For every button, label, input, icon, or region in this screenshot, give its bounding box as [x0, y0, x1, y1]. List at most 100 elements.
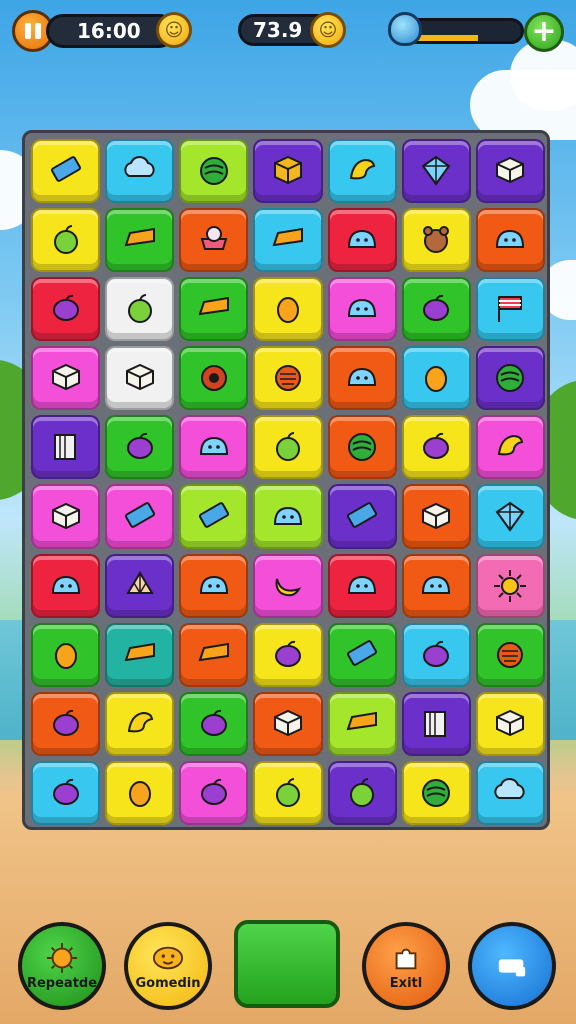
tile-green[interactable]: [179, 691, 249, 756]
tile-green[interactable]: [31, 622, 101, 687]
tile-yellow[interactable]: [401, 415, 471, 480]
tile-lime[interactable]: [327, 691, 397, 756]
cake-icon: [200, 226, 228, 251]
tile-green[interactable]: [475, 622, 545, 687]
plum-icon: [52, 709, 79, 736]
tile-orange[interactable]: [179, 553, 249, 618]
tile-green[interactable]: [327, 622, 397, 687]
tile-purple[interactable]: [401, 139, 471, 204]
tile-magenta[interactable]: [475, 415, 545, 480]
tile-yellow[interactable]: [31, 208, 101, 273]
tile-yellow[interactable]: [105, 760, 175, 825]
tile-purple[interactable]: [327, 760, 397, 825]
tile-orange[interactable]: [327, 415, 397, 480]
tile-red[interactable]: [31, 277, 101, 342]
tile-purple[interactable]: [475, 139, 545, 204]
tile-cyan[interactable]: [475, 277, 545, 342]
tile-yellow[interactable]: [253, 346, 323, 411]
tile-purple[interactable]: [475, 346, 545, 411]
chip-icon: [198, 501, 229, 528]
tile-white[interactable]: [105, 346, 175, 411]
tile-cyan[interactable]: [327, 139, 397, 204]
tile-green[interactable]: [179, 346, 249, 411]
puzzle-icon: [395, 948, 417, 969]
tile-yellow[interactable]: [475, 691, 545, 756]
tile-yellow[interactable]: [31, 139, 101, 204]
tile-yellow[interactable]: [253, 760, 323, 825]
game-screen: 16:00 ☺ 73.9 ☺ + Repeatde Gomedin Exitl: [0, 0, 576, 1024]
tile-yellow[interactable]: [253, 622, 323, 687]
tile-cyan[interactable]: [105, 139, 175, 204]
tile-cyan[interactable]: [31, 760, 101, 825]
repeat-button[interactable]: Repeatde: [18, 922, 106, 1010]
tile-orange[interactable]: [179, 208, 249, 273]
tile-purple[interactable]: [105, 553, 175, 618]
tile-orange[interactable]: [31, 691, 101, 756]
tile-red[interactable]: [327, 208, 397, 273]
timer-value: 16:00: [77, 19, 141, 43]
tile-red[interactable]: [327, 553, 397, 618]
berry-icon: [274, 365, 301, 392]
tile-yellow[interactable]: [105, 691, 175, 756]
tile-green[interactable]: [105, 415, 175, 480]
tile-yellow[interactable]: [401, 760, 471, 825]
tile-purple[interactable]: [327, 484, 397, 549]
tile-yellow[interactable]: [401, 208, 471, 273]
tile-white[interactable]: [105, 277, 175, 342]
tile-purple[interactable]: [253, 139, 323, 204]
tile-purple[interactable]: [401, 691, 471, 756]
add-button-label: +: [531, 14, 557, 49]
tile-red[interactable]: [31, 553, 101, 618]
tile-orange[interactable]: [475, 208, 545, 273]
gem-icon: [388, 12, 422, 46]
tile-magenta[interactable]: [31, 346, 101, 411]
tile-magenta[interactable]: [327, 277, 397, 342]
tile-magenta[interactable]: [31, 484, 101, 549]
book-icon: [424, 710, 447, 737]
tile-orange[interactable]: [179, 622, 249, 687]
tile-magenta[interactable]: [253, 553, 323, 618]
slime-icon: [348, 230, 377, 249]
exit-button[interactable]: Exitl: [362, 922, 450, 1010]
tile-lime[interactable]: [179, 139, 249, 204]
tile-green[interactable]: [401, 277, 471, 342]
tile-pink[interactable]: [475, 553, 545, 618]
tile-orange[interactable]: [253, 691, 323, 756]
green-action-button[interactable]: [234, 920, 340, 1008]
tile-cyan[interactable]: [475, 760, 545, 825]
tile-magenta[interactable]: [179, 415, 249, 480]
tile-teal[interactable]: [105, 622, 175, 687]
lemon-icon: [54, 642, 77, 669]
tile-orange[interactable]: [401, 484, 471, 549]
gomedin-button[interactable]: Gomedin: [124, 922, 212, 1010]
tile-green[interactable]: [179, 277, 249, 342]
lemon-icon: [425, 366, 448, 393]
tile-magenta[interactable]: [179, 760, 249, 825]
add-button[interactable]: +: [524, 12, 564, 52]
bird-icon: [498, 435, 524, 456]
tile-cyan[interactable]: [253, 208, 323, 273]
slime-icon: [273, 506, 302, 525]
tile-yellow[interactable]: [253, 415, 323, 480]
tile-cyan[interactable]: [401, 346, 471, 411]
tile-yellow[interactable]: [253, 277, 323, 342]
tile-cyan[interactable]: [401, 622, 471, 687]
bear-icon: [423, 226, 450, 254]
crystal-icon: [421, 155, 451, 186]
slime-icon: [496, 230, 525, 249]
shell-icon: [125, 570, 154, 594]
tile-lime[interactable]: [179, 484, 249, 549]
plum-icon: [423, 640, 450, 667]
tile-orange[interactable]: [401, 553, 471, 618]
flag-button[interactable]: [468, 922, 556, 1010]
seed-icon: [200, 365, 227, 392]
plum-icon: [274, 640, 301, 667]
slime-icon: [199, 437, 228, 456]
tile-magenta[interactable]: [105, 484, 175, 549]
tile-green[interactable]: [105, 208, 175, 273]
tile-orange[interactable]: [327, 346, 397, 411]
bird-icon: [127, 711, 153, 733]
tile-cyan[interactable]: [475, 484, 545, 549]
tile-purple[interactable]: [31, 415, 101, 480]
tile-lime[interactable]: [253, 484, 323, 549]
